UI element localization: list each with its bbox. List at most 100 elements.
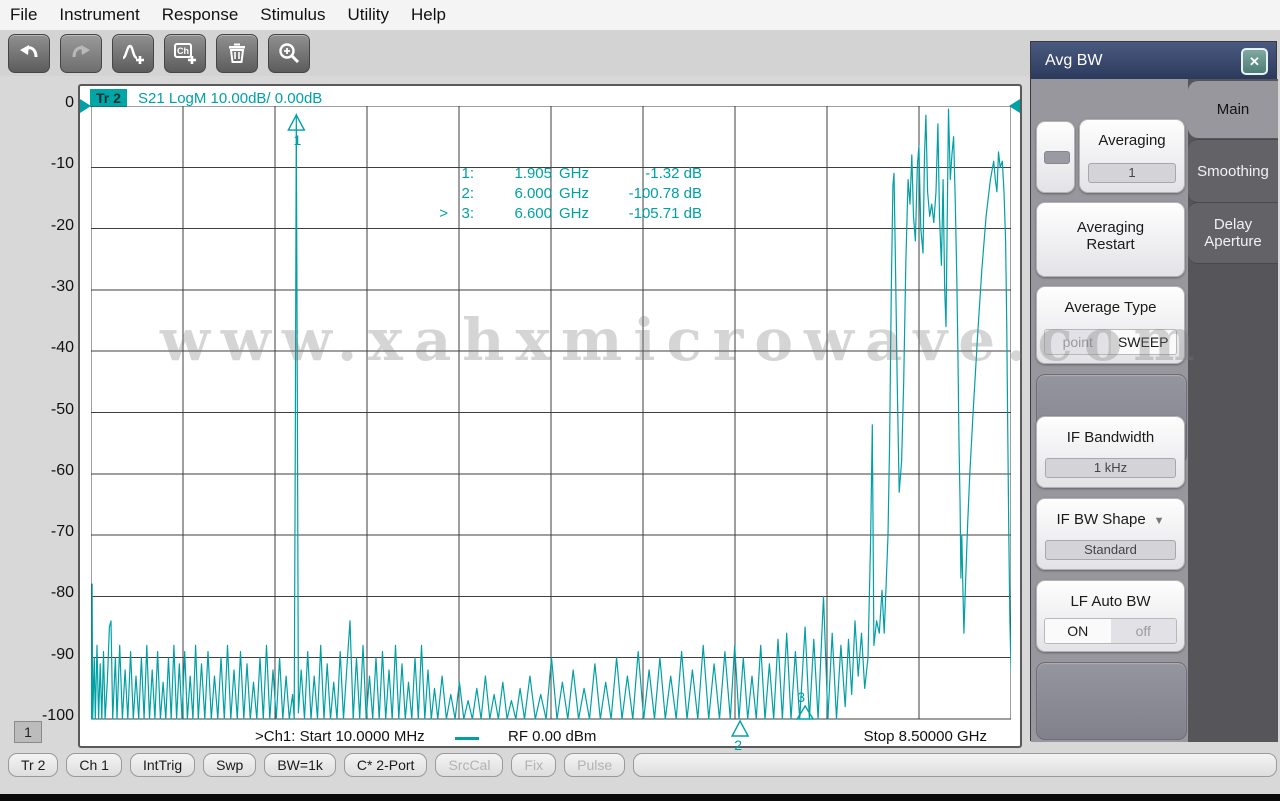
marker-readout-row: >3: 6.600 GHz -105.71 dB (432, 204, 702, 224)
marker-freq: 1.905 (514, 165, 552, 182)
statusbar-button-c-2-port[interactable]: C* 2-Port (343, 753, 428, 777)
redo-icon (69, 41, 93, 65)
marker-val: -105.71 dB (628, 205, 702, 222)
marker-readout-row: 2: 6.000 GHz -100.78 dB (432, 184, 702, 204)
statusbar-button-pulse: Pulse (564, 753, 626, 777)
menu-item-file[interactable]: File (0, 3, 48, 27)
average-type-button[interactable]: Average Type point SWEEP (1036, 286, 1185, 364)
average-type-option-sweep[interactable]: SWEEP (1110, 330, 1176, 354)
if-bw-shape-label: IF BW Shape ▼ (1056, 511, 1165, 528)
trace-badge[interactable]: Tr 2 (90, 89, 127, 107)
trace-color-key (455, 737, 479, 740)
tab-delay-aperture[interactable]: Delay Aperture (1188, 202, 1278, 264)
y-tick-label: -80 (50, 584, 74, 602)
panel-title: Avg BW (1045, 51, 1103, 69)
averaging-restart-line1: Averaging (1076, 219, 1145, 236)
marker-readout-row: 1: 1.905 GHz -1.32 dB (432, 164, 702, 184)
y-tick-label: -60 (50, 461, 74, 479)
reference-level-marker-left-icon (80, 99, 91, 113)
statusbar-button-bw-1k[interactable]: BW=1k (264, 753, 336, 777)
bottom-strip (0, 794, 1280, 801)
add-trace-icon (120, 40, 146, 66)
y-tick-label: -90 (50, 645, 74, 663)
lf-auto-bw-option-off[interactable]: off (1110, 619, 1176, 643)
average-type-segmented: point SWEEP (1044, 329, 1177, 355)
if-bandwidth-label: IF Bandwidth (1066, 429, 1155, 446)
marker-unit: GHz (559, 205, 589, 222)
reference-level-marker-right-icon (1009, 99, 1020, 113)
y-tick-label: -30 (50, 277, 74, 295)
statusbar-button-tr-2[interactable]: Tr 2 (8, 753, 59, 777)
tab-smoothing[interactable]: Smoothing (1188, 139, 1278, 203)
averaging-toggle-button[interactable] (1036, 121, 1075, 193)
marker-num: 2: (461, 185, 474, 202)
averaging-button[interactable]: Averaging 1 (1079, 119, 1185, 193)
statusbar-button-inttrig[interactable]: IntTrig (129, 753, 196, 777)
marker-freq: 6.000 (514, 185, 552, 202)
add-channel-button[interactable]: Ch (164, 33, 206, 73)
svg-text:1: 1 (293, 132, 301, 148)
chevron-down-icon[interactable]: ▼ (1154, 515, 1165, 527)
average-type-label: Average Type (1064, 299, 1157, 316)
y-tick-label: -50 (50, 400, 74, 418)
averaging-label: Averaging (1098, 132, 1166, 149)
marker-prefix (432, 184, 448, 204)
statusbar-button-ch-1[interactable]: Ch 1 (66, 753, 122, 777)
redo-button (60, 33, 102, 73)
status-bar: Tr 2 Ch 1 IntTrig Swp BW=1k C* 2-Port SrcCal Fi… (0, 752, 1280, 778)
averaging-led-icon (1044, 151, 1070, 164)
y-tick-label: -40 (50, 339, 74, 357)
average-type-option-point[interactable]: point (1045, 330, 1111, 354)
y-tick-label: 0 (65, 94, 74, 111)
channel-number-badge[interactable]: 1 (14, 721, 42, 743)
statusbar-button-empty[interactable] (633, 753, 1277, 777)
marker-prefix (432, 164, 448, 184)
menu-item-response[interactable]: Response (151, 3, 250, 27)
marker-val: -100.78 dB (628, 185, 702, 202)
marker-unit: GHz (559, 165, 589, 182)
close-icon[interactable]: ✕ (1241, 48, 1268, 75)
undo-button[interactable] (8, 33, 50, 73)
statusbar-button-srccal: SrcCal (435, 753, 504, 777)
delete-button[interactable] (216, 33, 258, 73)
panel-title-bar[interactable]: Avg BW (1031, 42, 1276, 79)
menu-item-utility[interactable]: Utility (336, 3, 400, 27)
delete-icon (225, 41, 249, 65)
undo-icon (17, 41, 41, 65)
svg-text:2: 2 (734, 737, 742, 751)
rf-power-label: RF 0.00 dBm (508, 728, 597, 745)
averaging-restart-button[interactable]: Averaging Restart (1036, 202, 1185, 277)
zoom-button[interactable] (268, 33, 310, 73)
marker-val: -1.32 dB (645, 165, 702, 182)
y-tick-label: -70 (50, 523, 74, 541)
menu-item-stimulus[interactable]: Stimulus (249, 3, 336, 27)
statusbar-button-fix: Fix (511, 753, 557, 777)
y-tick-label: -20 (50, 216, 74, 234)
tab-main[interactable]: Main (1188, 81, 1278, 138)
zoom-icon (277, 41, 301, 65)
add-trace-button[interactable] (112, 33, 154, 73)
if-bw-shape-button[interactable]: IF BW Shape ▼ Standard (1036, 498, 1185, 570)
lf-auto-bw-option-on[interactable]: ON (1045, 619, 1111, 643)
marker-readout: 1: 1.905 GHz -1.32 dB 2: 6.000 GHz -100.78 dB >3… (432, 164, 702, 224)
statusbar-button-swp[interactable]: Swp (203, 753, 257, 777)
averaging-value[interactable]: 1 (1088, 163, 1176, 183)
if-bandwidth-button[interactable]: IF Bandwidth 1 kHz (1036, 416, 1185, 488)
svg-text:3: 3 (797, 689, 805, 705)
lf-auto-bw-label: LF Auto BW (1070, 593, 1151, 610)
lf-auto-bw-segmented: ON off (1044, 618, 1177, 644)
menu-item-help[interactable]: Help (400, 3, 457, 27)
menu-item-instrument[interactable]: Instrument (48, 3, 150, 27)
if-bandwidth-value[interactable]: 1 kHz (1045, 458, 1176, 478)
y-tick-label: -10 (50, 155, 74, 173)
plot-area[interactable]: Tr 2 S21 LogM 10.00dB/ 0.00dB 1 2 3 1: 1.90… (78, 84, 1022, 751)
svg-text:Ch: Ch (177, 46, 189, 56)
lf-auto-bw-button[interactable]: LF Auto BW ON off (1036, 580, 1185, 652)
if-bw-shape-value[interactable]: Standard (1045, 540, 1176, 560)
marker-prefix: > (439, 205, 448, 222)
panel-tabs-column: Main Smoothing Delay Aperture (1188, 79, 1278, 742)
trace-format-label: S21 LogM 10.00dB/ 0.00dB (138, 90, 323, 107)
marker-num: 3: (461, 205, 474, 222)
marker-freq: 6.600 (514, 205, 552, 222)
stop-frequency-label: Stop 8.50000 GHz (863, 728, 987, 745)
